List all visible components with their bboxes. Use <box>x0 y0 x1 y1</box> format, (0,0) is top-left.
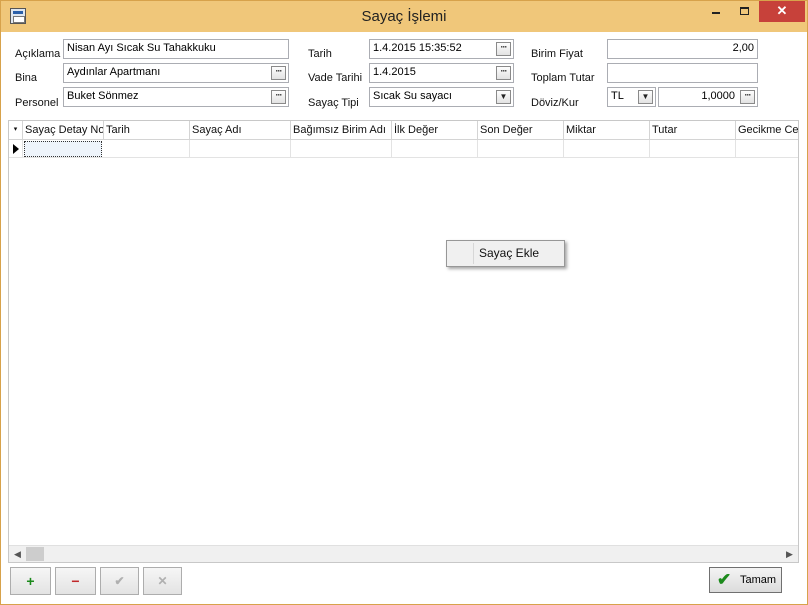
context-menu: Sayaç Ekle <box>446 240 565 267</box>
bina-value: Aydınlar Apartmanı <box>67 66 161 78</box>
doviz-value: TL <box>611 90 624 102</box>
personel-label: Personel <box>15 97 59 109</box>
maximize-button[interactable] <box>731 1 758 22</box>
personel-browse-button[interactable]: ··· <box>271 90 286 104</box>
column-header-tarih[interactable]: Tarih <box>104 121 190 140</box>
grid-header: ▾ Sayaç Detay No Tarih Sayaç Adı Bağımsı… <box>9 121 798 140</box>
column-header-tutar[interactable]: Tutar <box>650 121 736 140</box>
bina-browse-button[interactable]: ··· <box>271 66 286 80</box>
tarih-picker-button[interactable]: ··· <box>496 42 511 56</box>
scroll-left-icon[interactable]: ◀ <box>9 546 26 562</box>
grid-cell[interactable] <box>291 140 392 158</box>
vade-tarihi-label: Vade Tarihi <box>308 72 363 84</box>
column-header-son-deger[interactable]: Son Değer <box>478 121 564 140</box>
column-header-gecikme-cezasi[interactable]: Gecikme Cez <box>736 121 798 140</box>
column-chooser-icon[interactable]: ▾ <box>9 121 23 140</box>
cancel-row-button[interactable]: ✕ <box>143 567 182 595</box>
column-header-bagimsiz-birim-adi[interactable]: Bağımsız Birim Adı <box>291 121 392 140</box>
close-button[interactable]: ✕ <box>759 1 805 22</box>
column-header-miktar[interactable]: Miktar <box>564 121 650 140</box>
scroll-right-icon[interactable]: ▶ <box>781 546 798 562</box>
minimize-icon <box>712 12 720 14</box>
aciklama-value: Nisan Ayı Sıcak Su Tahakkuku <box>67 42 216 54</box>
remove-row-button[interactable]: − <box>55 567 96 595</box>
toplam-tutar-field[interactable] <box>607 63 758 83</box>
vade-tarihi-picker-button[interactable]: ··· <box>496 66 511 80</box>
birim-fiyat-field[interactable]: 2,00 <box>607 39 758 59</box>
table-row[interactable] <box>9 140 798 158</box>
window-title: Sayaç İşlemi <box>361 8 447 25</box>
grid-cell[interactable] <box>564 140 650 158</box>
kur-field[interactable]: 1,0000 ··· <box>658 87 758 107</box>
minimize-button[interactable] <box>702 1 730 22</box>
sayac-tipi-value: Sıcak Su sayacı <box>373 90 452 102</box>
row-indicator-cell <box>9 140 23 158</box>
doviz-select[interactable]: TL ▼ <box>607 87 656 107</box>
tarih-label: Tarih <box>308 48 332 60</box>
grid-cell[interactable] <box>190 140 291 158</box>
focused-cell[interactable] <box>24 141 102 157</box>
title-bar[interactable]: Sayaç İşlemi ✕ <box>1 1 807 32</box>
column-header-sayac-adi[interactable]: Sayaç Adı <box>190 121 291 140</box>
vade-tarihi-value: 1.4.2015 <box>373 66 416 78</box>
doviz-kur-label: Döviz/Kur <box>531 97 579 109</box>
column-header-ilk-deger[interactable]: İlk Değer <box>392 121 478 140</box>
grid-cell[interactable] <box>478 140 564 158</box>
tamam-label: Tamam <box>740 574 777 586</box>
horizontal-scrollbar[interactable]: ◀ ▶ <box>9 545 798 562</box>
add-row-button[interactable]: + <box>10 567 51 595</box>
aciklama-field[interactable]: Nisan Ayı Sıcak Su Tahakkuku <box>63 39 289 59</box>
birim-fiyat-value: 2,00 <box>732 42 754 54</box>
tarih-field[interactable]: 1.4.2015 15:35:52 ··· <box>369 39 514 59</box>
grid-cell[interactable] <box>392 140 478 158</box>
sayac-tipi-dropdown-icon[interactable]: ▼ <box>496 90 511 104</box>
tarih-value: 1.4.2015 15:35:52 <box>373 42 462 54</box>
confirm-row-button[interactable]: ✔ <box>100 567 139 595</box>
birim-fiyat-label: Birim Fiyat <box>531 48 583 60</box>
bina-label: Bina <box>15 72 38 84</box>
sayac-tipi-select[interactable]: Sıcak Su sayacı ▼ <box>369 87 514 107</box>
sayac-detay-grid[interactable]: ▾ Sayaç Detay No Tarih Sayaç Adı Bağımsı… <box>8 120 799 563</box>
sayac-tipi-label: Sayaç Tipi <box>308 97 359 109</box>
doviz-dropdown-icon[interactable]: ▼ <box>638 90 653 104</box>
scroll-thumb[interactable] <box>26 547 44 561</box>
toplam-tutar-label: Toplam Tutar <box>531 72 595 84</box>
grid-cell[interactable] <box>650 140 736 158</box>
grid-cell[interactable] <box>104 140 190 158</box>
personel-field[interactable]: Buket Sönmez ··· <box>63 87 289 107</box>
vade-tarihi-field[interactable]: 1.4.2015 ··· <box>369 63 514 83</box>
bina-field[interactable]: Aydınlar Apartmanı ··· <box>63 63 289 83</box>
personel-value: Buket Sönmez <box>67 90 139 102</box>
checkmark-icon: ✔ <box>717 570 732 589</box>
kur-browse-button[interactable]: ··· <box>740 90 755 104</box>
menu-item-sayac-ekle[interactable]: Sayaç Ekle <box>449 243 562 264</box>
kur-value: 1,0000 <box>701 90 735 102</box>
column-header-sayac-detay-no[interactable]: Sayaç Detay No <box>23 121 104 140</box>
tamam-button[interactable]: ✔ Tamam <box>709 567 782 593</box>
maximize-icon <box>740 7 749 15</box>
aciklama-label: Açıklama <box>15 48 61 60</box>
